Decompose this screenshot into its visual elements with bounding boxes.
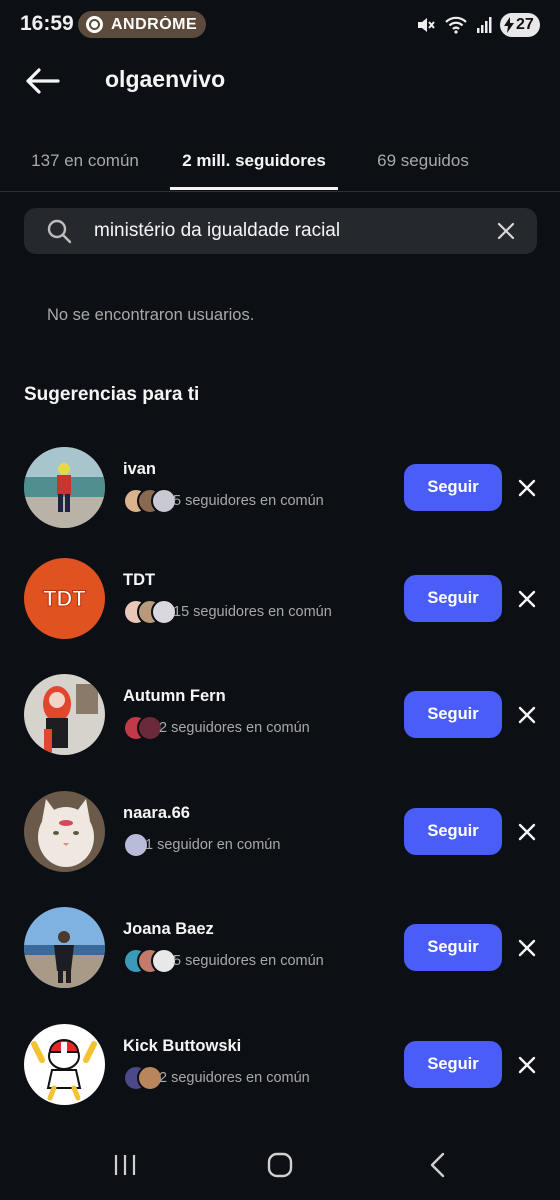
system-navigation-bar [0, 1130, 560, 1200]
dismiss-close-icon[interactable] [516, 821, 538, 843]
suggestion-row: ivan 5 seguidores en común Seguir [0, 447, 560, 533]
live-indicator-label: ANDRÓMEDA [111, 15, 197, 33]
avatar[interactable] [24, 674, 105, 755]
avatar[interactable] [24, 791, 105, 872]
mutual-count-text: 15 seguidores en común [173, 604, 332, 620]
mutual-followers: 2 seguidores en común [123, 715, 310, 741]
search-bar [24, 208, 537, 254]
signal-icon [477, 17, 492, 33]
home-icon [267, 1152, 293, 1178]
live-indicator-pill[interactable]: ANDRÓMEDA [78, 11, 206, 38]
tab-mutual[interactable]: 137 en común [0, 130, 170, 191]
mutual-count-text: 1 seguidor en común [145, 837, 281, 853]
dismiss-close-icon[interactable] [516, 1054, 538, 1076]
close-icon[interactable] [495, 220, 517, 242]
follow-button[interactable]: Seguir [404, 464, 502, 511]
suggestion-username[interactable]: naara.66 [123, 804, 190, 823]
back-chevron-icon [430, 1152, 445, 1178]
suggestion-username[interactable]: Joana Baez [123, 920, 214, 939]
tab-followers[interactable]: 2 mill. seguidores [170, 130, 338, 191]
mutual-count-text: 2 seguidores en común [159, 1070, 310, 1086]
battery-level: 27 [516, 16, 534, 33]
tab-bar: 137 en común 2 mill. seguidores 69 segui… [0, 130, 560, 192]
battery-charging-icon [504, 17, 514, 33]
follow-button[interactable]: Seguir [404, 575, 502, 622]
mutual-followers: 15 seguidores en común [123, 599, 332, 625]
search-icon [47, 219, 72, 244]
suggestion-row: Joana Baez 5 seguidores en común Seguir [0, 907, 560, 993]
mutual-count-text: 2 seguidores en común [159, 720, 310, 736]
search-input[interactable] [94, 208, 484, 254]
status-bar: 16:59 ANDRÓMEDA 27 [0, 0, 560, 48]
dismiss-close-icon[interactable] [516, 937, 538, 959]
empty-results-message: No se encontraron usuarios. [47, 306, 255, 324]
tab-following[interactable]: 69 seguidos [338, 130, 508, 191]
record-icon [86, 16, 103, 33]
avatar[interactable] [24, 447, 105, 528]
suggestion-row: Kick Buttowski 2 seguidores en común Seg… [0, 1024, 560, 1110]
home-button[interactable] [264, 1150, 296, 1180]
suggestion-username[interactable]: ivan [123, 460, 156, 479]
mutual-followers: 2 seguidores en común [123, 1065, 310, 1091]
mutual-followers: 1 seguidor en común [123, 832, 280, 858]
battery-indicator: 27 [500, 13, 540, 37]
follow-button[interactable]: Seguir [404, 924, 502, 971]
back-button[interactable] [22, 62, 62, 100]
wifi-icon [445, 16, 467, 34]
avatar[interactable]: TDT [24, 558, 105, 639]
avatar[interactable] [24, 907, 105, 988]
status-time: 16:59 [20, 12, 74, 35]
tdt-logo-text: TDT [43, 586, 86, 611]
suggestion-username[interactable]: TDT [123, 571, 155, 590]
page-title: olgaenvivo [105, 66, 226, 92]
dismiss-close-icon[interactable] [516, 588, 538, 610]
follow-button[interactable]: Seguir [404, 1041, 502, 1088]
recents-icon [114, 1155, 136, 1175]
suggestion-row: naara.66 1 seguidor en común Seguir [0, 791, 560, 877]
mutual-count-text: 5 seguidores en común [173, 953, 324, 969]
system-icons: 27 [416, 12, 540, 38]
mutual-followers: 5 seguidores en común [123, 488, 324, 514]
suggestions-heading: Sugerencias para ti [24, 384, 200, 405]
active-tab-indicator [170, 187, 338, 190]
mutual-count-text: 5 seguidores en común [173, 493, 324, 509]
mute-icon [418, 18, 435, 32]
suggestion-username[interactable]: Kick Buttowski [123, 1037, 241, 1056]
recents-button[interactable] [108, 1150, 142, 1180]
avatar[interactable] [24, 1024, 105, 1105]
follow-button[interactable]: Seguir [404, 691, 502, 738]
dismiss-close-icon[interactable] [516, 477, 538, 499]
suggestion-row: TDT TDT 15 seguidores en común Seguir [0, 558, 560, 644]
suggestion-row: Autumn Fern 2 seguidores en común Seguir [0, 674, 560, 760]
arrow-left-icon [26, 68, 60, 94]
follow-button[interactable]: Seguir [404, 808, 502, 855]
dismiss-close-icon[interactable] [516, 704, 538, 726]
mutual-followers: 5 seguidores en común [123, 948, 324, 974]
suggestion-username[interactable]: Autumn Fern [123, 687, 226, 706]
system-back-button[interactable] [424, 1150, 450, 1180]
